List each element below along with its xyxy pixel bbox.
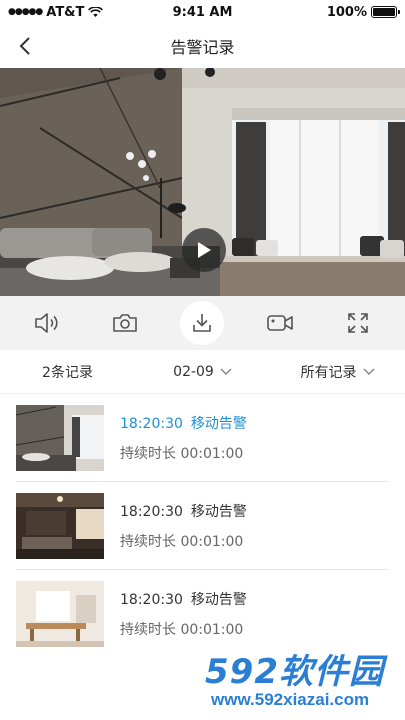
fullscreen-icon [348,313,368,333]
record-event: 移动告警 [190,503,247,520]
record-list: 18:20:30 移动告警 持续时长 00:01:00 18:20:30 移动告警 … [0,394,405,658]
record-info: 18:20:30 移动告警 持续时长 00:01:00 [120,501,247,551]
play-icon [198,242,211,258]
record-title: 18:20:30 移动告警 [120,589,247,609]
battery-percent: 100% [326,4,367,20]
type-filter-dropdown[interactable]: 所有记录 [270,362,405,382]
record-time: 18:20:30 [120,415,183,432]
download-button[interactable] [180,301,225,345]
camera-icon [112,314,137,332]
filter-bar: 2条记录 02-09 所有记录 [0,350,405,394]
record-thumbnail [16,492,104,559]
bedroom-thumbnail-image [16,404,104,471]
battery-icon [371,6,400,18]
watermark-url: www.592xiazai.com [211,690,370,709]
chevron-down-icon [362,367,375,375]
chevron-left-icon [19,37,30,55]
status-right: 100% [326,4,400,20]
record-info: 18:20:30 移动告警 持续时长 00:01:00 [120,413,247,463]
status-bar: ●●●●● AT&T 9:41 AM 100% [0,0,405,24]
speaker-button[interactable] [25,301,69,345]
record-event: 移动告警 [190,592,247,608]
record-video-button[interactable] [258,301,302,345]
record-duration: 持续时长 00:01:00 [120,622,244,638]
record-time: 18:20:30 [120,592,183,608]
video-record-icon [267,315,294,331]
record-time: 18:20:30 [120,503,183,520]
watermark-logo-text: 592软件园 [205,652,384,692]
wifi-icon [88,6,104,17]
record-title: 18:20:30 移动告警 [120,501,247,521]
video-player[interactable] [0,68,405,296]
nav-bar: 告警记录 [0,24,405,68]
status-left: ●●●●● AT&T [8,4,104,20]
list-item[interactable]: 18:20:30 移动告警 持续时长 00:01:00 [16,394,389,482]
list-item[interactable]: 18:20:30 移动告警 持续时长 00:01:00 [16,482,389,570]
record-thumbnail [16,581,104,647]
speaker-icon [35,313,58,333]
control-bar [0,296,405,350]
record-info: 18:20:30 移动告警 持续时长 00:01:00 [120,589,247,639]
download-icon [193,314,212,332]
back-button[interactable] [12,33,38,59]
chevron-down-icon [220,367,232,375]
date-filter-label: 02-09 [173,363,214,380]
date-filter-dropdown[interactable]: 02-09 [135,364,270,380]
record-count: 2条记录 [42,364,93,381]
play-button[interactable] [182,228,226,272]
carrier-label: AT&T [46,4,85,20]
dining-room-thumbnail-image [16,581,104,647]
battery-fill [373,8,395,16]
record-duration: 持续时长 00:01:00 [120,533,244,550]
watermark-logo: 592软件园 www.592xiazai.com [201,644,401,718]
record-title: 18:20:30 移动告警 [120,413,247,433]
page-title: 告警记录 [170,38,235,57]
status-time: 9:41 AM [172,4,233,20]
snapshot-button[interactable] [103,301,147,345]
living-room-thumbnail-image [16,492,104,559]
record-event: 移动告警 [190,415,247,432]
signal-icon: ●●●●● [8,7,43,17]
record-thumbnail [16,404,104,471]
fullscreen-button[interactable] [336,301,380,345]
type-filter-label: 所有记录 [300,364,357,381]
record-duration: 持续时长 00:01:00 [120,445,244,462]
